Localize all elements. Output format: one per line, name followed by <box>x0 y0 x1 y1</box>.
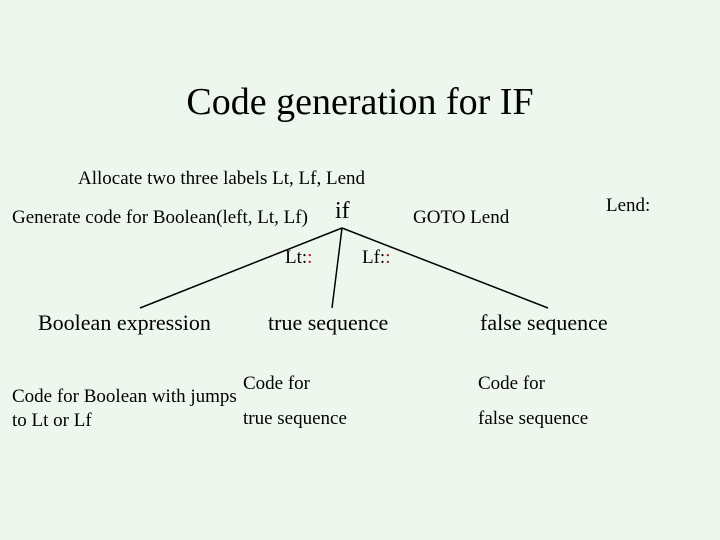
tree-diagram <box>0 0 720 540</box>
edge-to-false <box>342 228 548 308</box>
slide: Code generation for IF Allocate two thre… <box>0 0 720 540</box>
edge-to-true <box>332 228 342 308</box>
edge-to-boolean <box>140 228 342 308</box>
